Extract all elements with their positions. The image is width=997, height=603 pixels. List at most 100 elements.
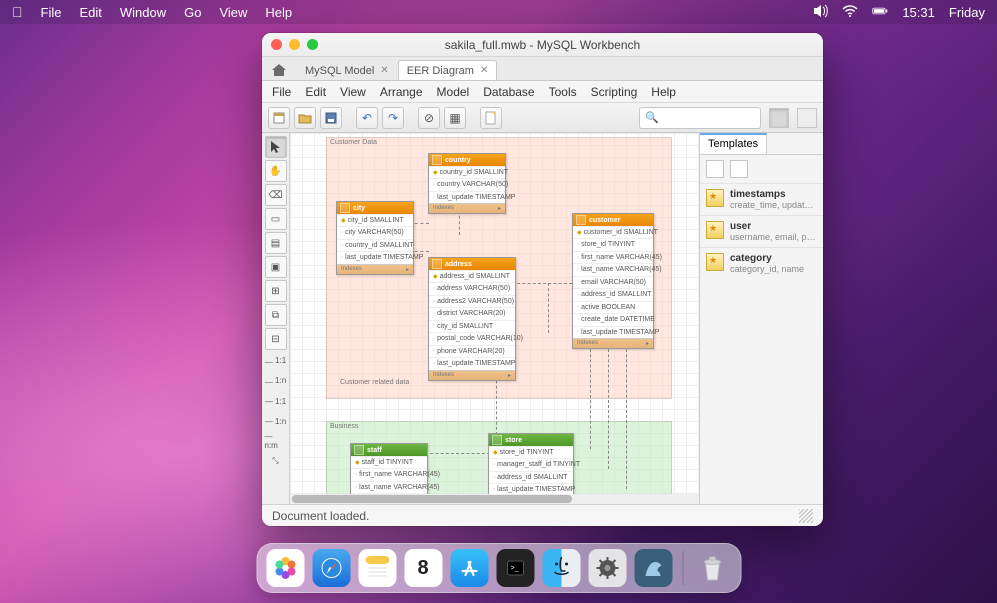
canvas-h-scrollbar[interactable] — [290, 494, 699, 504]
close-icon[interactable]: ✕ — [480, 65, 488, 76]
table-city[interactable]: citycity_id SMALLINTcity VARCHAR(50)coun… — [336, 201, 414, 275]
hand-tool[interactable]: ✋ — [265, 160, 287, 182]
template-view-icon-2[interactable] — [730, 160, 748, 178]
table-column[interactable]: city_id SMALLINT — [337, 214, 413, 226]
table-column[interactable]: last_update TIMESTAMP — [429, 191, 505, 203]
resize-grip[interactable] — [799, 509, 813, 523]
volume-icon[interactable] — [812, 4, 828, 21]
dock-settings-icon[interactable] — [588, 549, 626, 587]
dock-mysql-workbench-icon[interactable] — [634, 549, 672, 587]
rel-1-1-nonid-tool[interactable]: ⎼ 1:1 — [265, 352, 287, 370]
toggle-sidebar-right-button[interactable] — [797, 108, 817, 128]
rel-n-m-tool[interactable]: — n:m — [265, 432, 287, 450]
table-column[interactable]: last_name VARCHAR(45) — [573, 263, 653, 275]
table-column[interactable]: address2 VARCHAR(50) — [429, 295, 515, 307]
app-menu-model[interactable]: Model — [437, 85, 470, 99]
table-header[interactable]: city — [337, 202, 413, 214]
table-header[interactable]: customer — [573, 214, 653, 226]
view-tool[interactable]: ⧉ — [265, 304, 287, 326]
table-column[interactable]: store_id TINYINT — [573, 238, 653, 250]
app-menu-file[interactable]: File — [272, 85, 291, 99]
table-header[interactable]: store — [489, 434, 573, 446]
app-menu-tools[interactable]: Tools — [549, 85, 577, 99]
dock-finder-icon[interactable] — [542, 549, 580, 587]
table-column[interactable]: district VARCHAR(20) — [429, 307, 515, 319]
dock-trash-icon[interactable] — [693, 549, 731, 587]
table-store[interactable]: storestore_id TINYINTmanager_staff_id TI… — [488, 433, 574, 497]
dock-safari-icon[interactable] — [312, 549, 350, 587]
menu-view[interactable]: View — [219, 5, 247, 20]
rel-1-1-id-tool[interactable]: — 1:1 — [265, 392, 287, 410]
save-button[interactable] — [320, 107, 342, 129]
menu-edit[interactable]: Edit — [79, 5, 101, 20]
table-column[interactable]: postal_code VARCHAR(10) — [429, 332, 515, 344]
rel-1-n-id-tool[interactable]: — 1:n — [265, 412, 287, 430]
dock-calendar-icon[interactable]: 8 — [404, 549, 442, 587]
new-document-button[interactable] — [480, 107, 502, 129]
routine-group-tool[interactable]: ⊟ — [265, 328, 287, 350]
layer-tool[interactable]: ▭ — [265, 208, 287, 230]
open-button[interactable] — [294, 107, 316, 129]
table-column[interactable]: staff_id TINYINT — [351, 456, 427, 468]
table-column[interactable]: address_id SMALLINT — [429, 270, 515, 282]
table-column[interactable]: country VARCHAR(50) — [429, 178, 505, 190]
search-field[interactable]: 🔍 — [639, 107, 761, 129]
menu-go[interactable]: Go — [184, 5, 201, 20]
table-column[interactable]: address_id SMALLINT — [573, 288, 653, 300]
toggle-grid-button[interactable]: ▦ — [444, 107, 466, 129]
table-tool[interactable]: ⊞ — [265, 280, 287, 302]
wifi-icon[interactable] — [842, 4, 858, 21]
tab-mysql-model[interactable]: MySQL Model✕ — [296, 60, 398, 80]
table-column[interactable]: country_id SMALLINT — [429, 166, 505, 178]
table-column[interactable]: last_update TIMESTAMP — [573, 326, 653, 338]
menubar-time[interactable]: 15:31 — [902, 5, 935, 20]
app-menu-scripting[interactable]: Scripting — [591, 85, 638, 99]
dock-notes-icon[interactable] — [358, 549, 396, 587]
app-menu-help[interactable]: Help — [651, 85, 676, 99]
table-column[interactable]: first_name VARCHAR(45) — [351, 468, 427, 480]
home-tab-icon[interactable] — [268, 60, 290, 80]
table-header[interactable]: country — [429, 154, 505, 166]
table-column[interactable]: email VARCHAR(50) — [573, 276, 653, 288]
template-view-icon[interactable] — [706, 160, 724, 178]
menu-help[interactable]: Help — [265, 5, 292, 20]
table-column[interactable]: last_name VARCHAR(45) — [351, 481, 427, 493]
table-column[interactable]: address VARCHAR(50) — [429, 282, 515, 294]
templates-tab[interactable]: Templates — [700, 133, 767, 154]
app-menu-edit[interactable]: Edit — [305, 85, 326, 99]
table-indexes-row[interactable]: Indexes▸ — [573, 338, 653, 348]
table-column[interactable]: address_id SMALLINT — [489, 471, 573, 483]
table-column[interactable]: last_update TIMESTAMP — [337, 251, 413, 263]
table-column[interactable]: city VARCHAR(50) — [337, 226, 413, 238]
dock-appstore-icon[interactable] — [450, 549, 488, 587]
redo-button[interactable]: ↷ — [382, 107, 404, 129]
dock-terminal-icon[interactable]: >_ — [496, 549, 534, 587]
apple-menu-icon[interactable]:  — [12, 4, 23, 20]
menu-file[interactable]: File — [41, 5, 62, 20]
app-menu-database[interactable]: Database — [483, 85, 534, 99]
table-country[interactable]: countrycountry_id SMALLINTcountry VARCHA… — [428, 153, 506, 214]
toggle-sidebar-left-button[interactable] — [769, 108, 789, 128]
zoom-tool-button[interactable]: ⊘ — [418, 107, 440, 129]
close-icon[interactable]: ✕ — [380, 65, 388, 76]
image-tool[interactable]: ▣ — [265, 256, 287, 278]
table-column[interactable]: phone VARCHAR(20) — [429, 345, 515, 357]
table-column[interactable]: manager_staff_id TINYINT — [489, 458, 573, 470]
table-column[interactable]: last_update TIMESTAMP — [429, 357, 515, 369]
new-model-button[interactable] — [268, 107, 290, 129]
window-titlebar[interactable]: sakila_full.mwb - MySQL Workbench — [262, 33, 823, 57]
template-item[interactable]: timestampscreate_time, update_ti… — [700, 183, 823, 215]
undo-button[interactable]: ↶ — [356, 107, 378, 129]
template-item[interactable]: categorycategory_id, name — [700, 247, 823, 279]
table-indexes-row[interactable]: Indexes▸ — [429, 370, 515, 380]
table-customer[interactable]: customercustomer_id SMALLINTstore_id TIN… — [572, 213, 654, 349]
eraser-tool[interactable]: ⌫ — [265, 184, 287, 206]
table-column[interactable]: customer_id SMALLINT — [573, 226, 653, 238]
app-menu-view[interactable]: View — [340, 85, 366, 99]
tab-eer-diagram[interactable]: EER Diagram✕ — [398, 60, 498, 80]
battery-icon[interactable] — [872, 4, 888, 21]
table-column[interactable]: first_name VARCHAR(45) — [573, 251, 653, 263]
table-column[interactable]: create_date DATETIME — [573, 313, 653, 325]
table-column[interactable]: store_id TINYINT — [489, 446, 573, 458]
app-menu-arrange[interactable]: Arrange — [380, 85, 423, 99]
